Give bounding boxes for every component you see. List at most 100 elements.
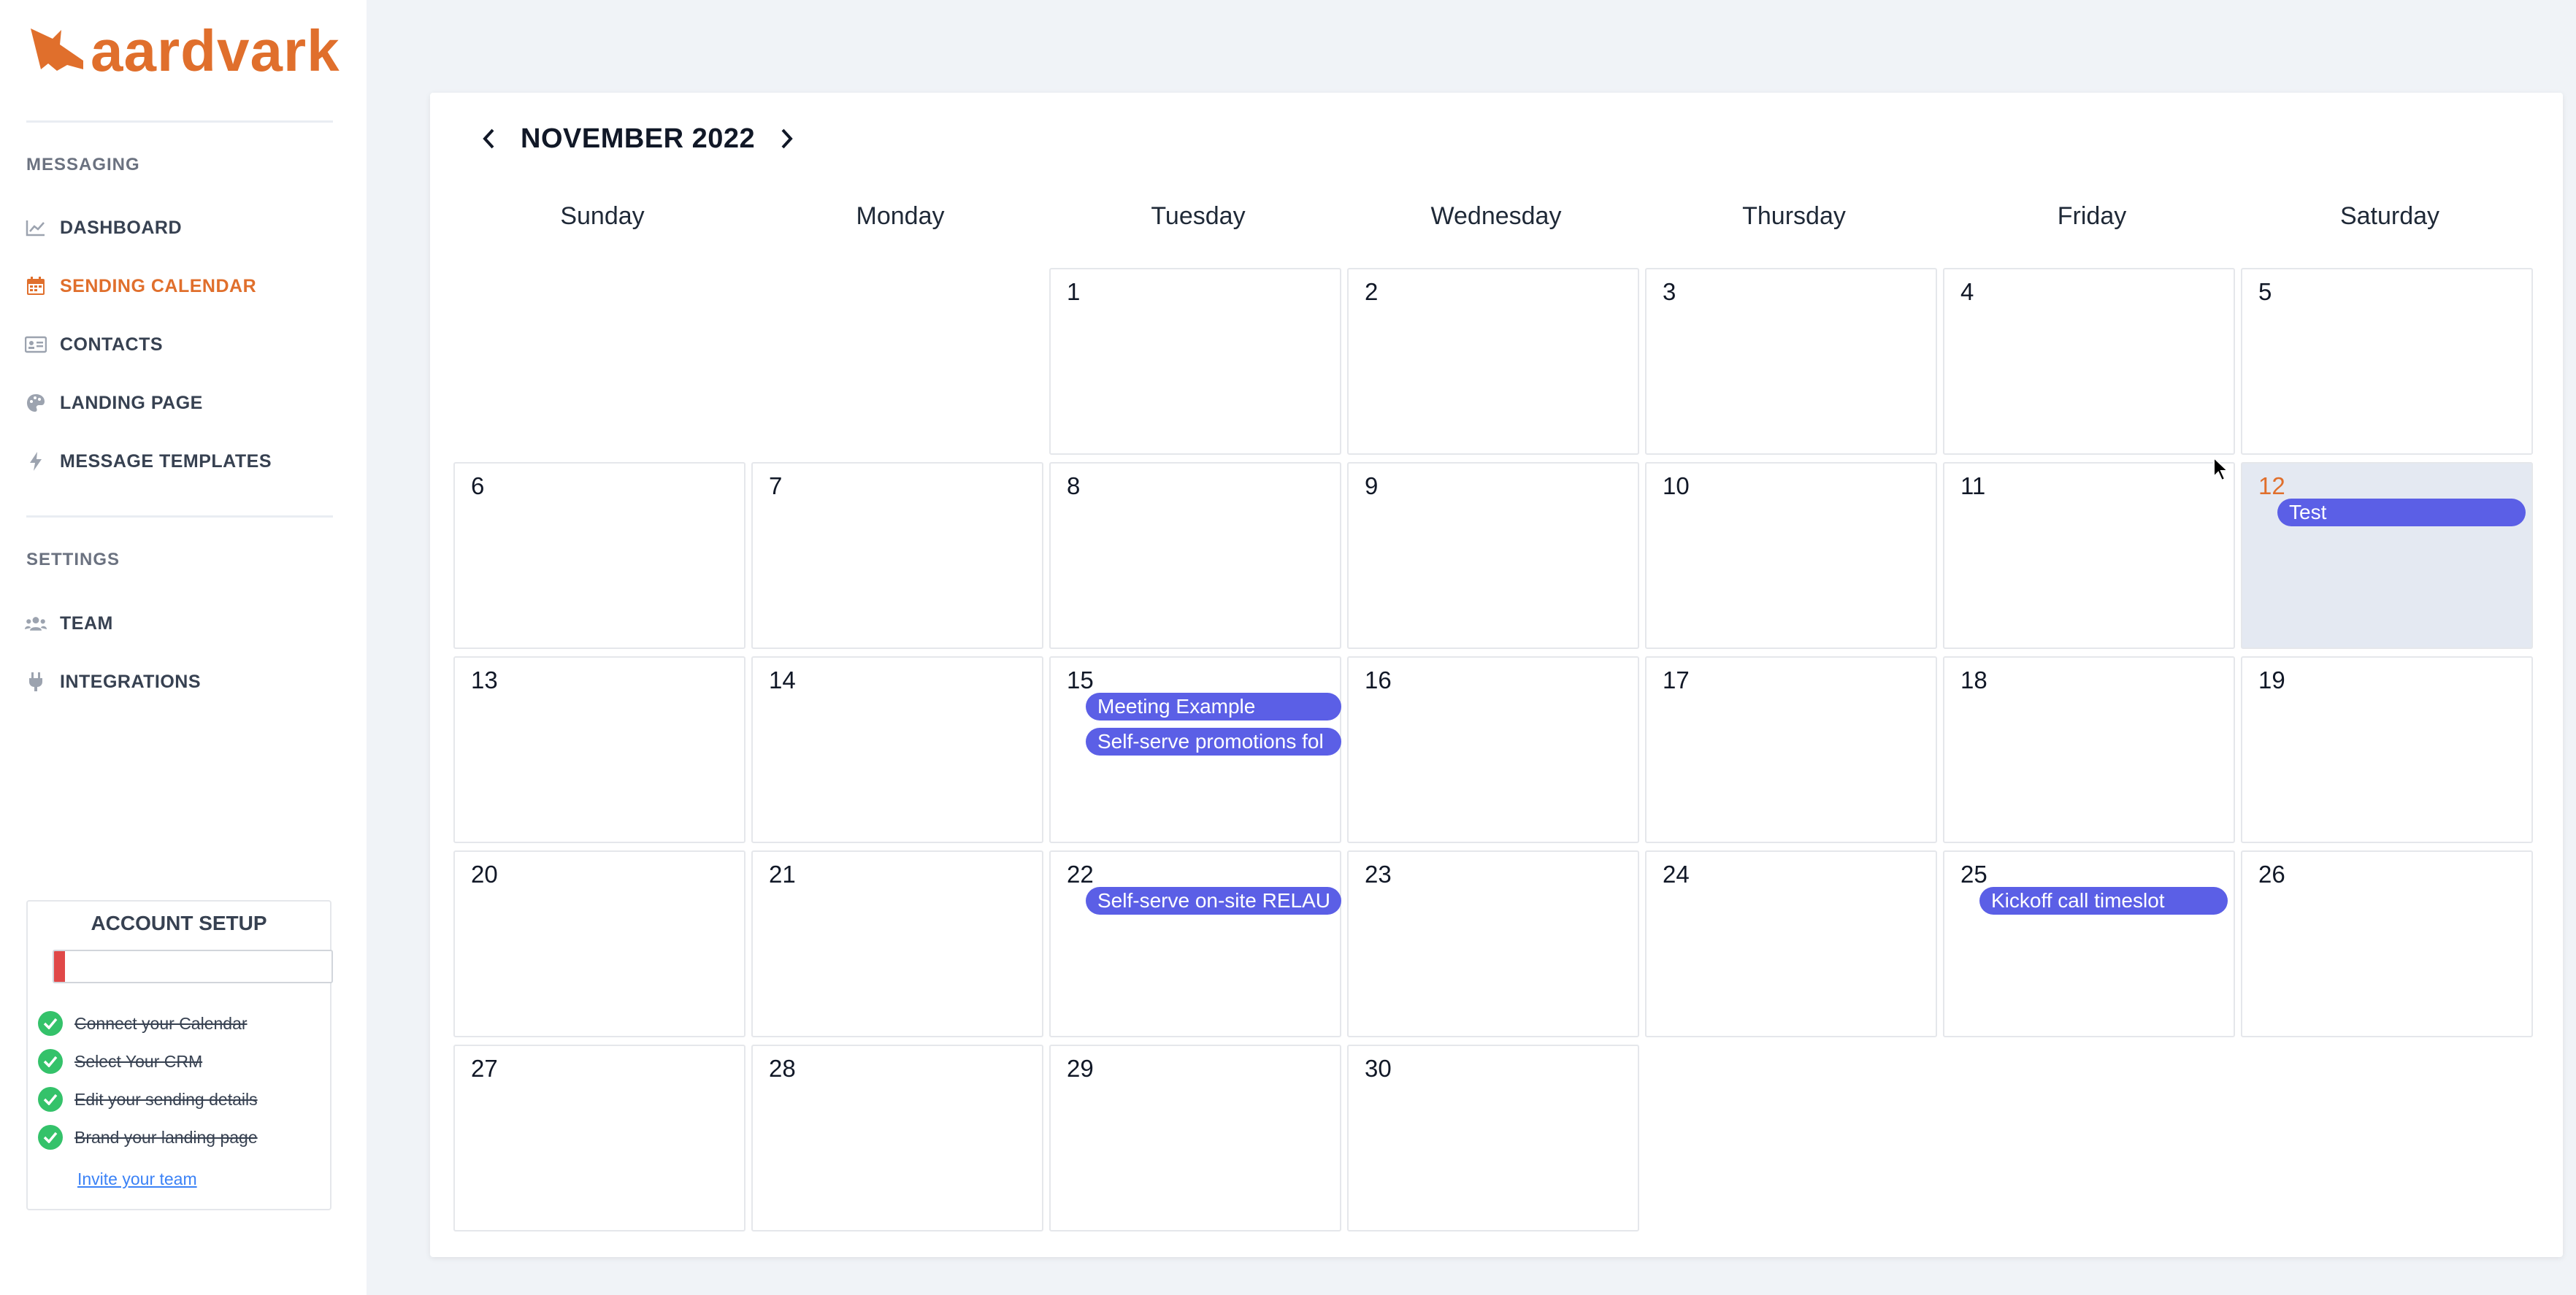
day-number: 8 [1067,472,1081,499]
day-number: 19 [2258,666,2285,693]
previous-month-button[interactable] [474,124,503,153]
sidebar-item-sending-calendar[interactable]: SENDING CALENDAR [25,270,256,302]
calendar-day[interactable]: 19 [2241,656,2533,843]
account-setup-progress-fill [54,951,66,982]
brand-logo[interactable]: aardvark [28,22,340,80]
day-number: 5 [2258,278,2272,305]
calendar-day[interactable]: 5 [2241,268,2533,455]
calendar-day[interactable]: 21 [751,850,1043,1037]
sidebar-item-landing-page[interactable]: LANDING PAGE [25,387,203,419]
sidebar-item-label: INTEGRATIONS [60,671,202,692]
setup-step-label: Edit your sending details [74,1089,258,1109]
calendar-card: NOVEMBER 2022 Sunday Monday Tuesday Wednesd… [430,93,2563,1257]
sidebar-item-message-templates[interactable]: MESSAGE TEMPLATES [25,445,272,477]
calendar-day[interactable]: 28 [751,1045,1043,1231]
calendar-day[interactable]: 17 [1645,656,1937,843]
day-number: 18 [1960,666,1987,693]
calendar-day[interactable]: 24 [1645,850,1937,1037]
sidebar-item-label: DASHBOARD [60,217,182,238]
calendar-day[interactable]: 9 [1347,462,1639,649]
sidebar-item-dashboard[interactable]: DASHBOARD [25,212,182,244]
account-setup-progress-bar [53,950,333,983]
day-number: 9 [1365,472,1379,499]
chevron-left-icon [483,128,494,149]
brand-name: aardvark [91,18,340,83]
account-setup-title: ACCOUNT SETUP [91,912,267,934]
calendar-day[interactable]: 30 [1347,1045,1639,1231]
day-number: 3 [1663,278,1676,305]
sidebar-item-label: LANDING PAGE [60,392,203,413]
calendar-day-today[interactable]: 12 Test [2241,462,2533,649]
weekday-label: Wednesday [1430,202,1562,230]
sidebar-item-integrations[interactable]: INTEGRATIONS [25,666,201,698]
setup-step[interactable]: Brand your landing page [38,1125,258,1150]
day-number: 15 [1067,666,1094,693]
calendar-day[interactable]: 18 [1943,656,2235,843]
calendar-day[interactable]: 6 [453,462,745,649]
calendar-day[interactable]: 8 [1049,462,1341,649]
weekday-label: Saturday [2339,202,2440,230]
day-number: 28 [769,1055,796,1082]
calendar-event[interactable]: Test [2277,499,2526,526]
setup-step[interactable]: Select Your CRM [38,1049,202,1074]
check-circle-icon [38,1049,63,1074]
calendar-header: NOVEMBER 2022 [474,113,802,164]
calendar-day[interactable]: 4 [1943,268,2235,455]
weekday-label: Friday [2057,202,2127,230]
day-number: 21 [769,861,796,888]
sidebar-item-contacts[interactable]: CONTACTS [25,328,163,361]
calendar-event[interactable]: Meeting Example [1086,693,1341,720]
day-number: 1 [1067,278,1081,305]
setup-step[interactable]: Connect your Calendar [38,1011,248,1036]
calendar-day[interactable]: 13 [453,656,745,843]
day-number: 27 [471,1055,498,1082]
weekday-label: Sunday [560,202,645,230]
calendar-day[interactable]: 11 [1943,462,2235,649]
chart-line-icon [25,217,47,239]
calendar-day[interactable]: 10 [1645,462,1937,649]
calendar-day[interactable]: 27 [453,1045,745,1231]
calendar-day[interactable]: 29 [1049,1045,1341,1231]
sidebar-item-label: SENDING CALENDAR [60,275,257,296]
day-number: 24 [1663,861,1690,888]
calendar-day[interactable]: 14 [751,656,1043,843]
day-number: 30 [1365,1055,1392,1082]
calendar-day[interactable]: 7 [751,462,1043,649]
calendar-day[interactable]: 23 [1347,850,1639,1037]
check-circle-icon [38,1125,63,1150]
day-number: 13 [471,666,498,693]
day-number: 2 [1365,278,1379,305]
lightning-icon [25,450,47,472]
calendar-day[interactable]: 25 Kickoff call timeslot [1943,850,2235,1037]
calendar-day[interactable]: 3 [1645,268,1937,455]
calendar-event[interactable]: Self-serve promotions fol [1086,728,1341,756]
calendar-day[interactable]: 26 [2241,850,2533,1037]
day-number: 23 [1365,861,1392,888]
day-number: 11 [1960,472,1986,499]
check-circle-icon [38,1087,63,1112]
day-number: 20 [471,861,498,888]
setup-step-label: Connect your Calendar [74,1013,248,1033]
calendar-day[interactable]: 22 Self-serve on-site RELAU [1049,850,1341,1037]
calendar-event[interactable]: Self-serve on-site RELAU [1086,887,1341,915]
weekday-label: Tuesday [1151,202,1246,230]
sidebar-item-team[interactable]: TEAM [25,607,113,639]
calendar-day[interactable]: 15 Meeting Example Self-serve promotions f… [1049,656,1341,843]
next-month-button[interactable] [773,124,802,153]
calendar-day[interactable]: 1 [1049,268,1341,455]
sidebar-item-label: TEAM [60,612,113,634]
weekday-label: Thursday [1742,202,1846,230]
day-number: 10 [1663,472,1690,499]
setup-step[interactable]: Edit your sending details [38,1087,258,1112]
calendar-day[interactable]: 2 [1347,268,1639,455]
invite-team-link[interactable]: Invite your team [77,1169,197,1189]
palette-icon [25,392,47,414]
messaging-section-label: MESSAGING [26,155,140,174]
day-number: 25 [1960,861,1987,888]
plug-icon [25,671,47,693]
calendar-icon [25,275,47,297]
calendar-event[interactable]: Kickoff call timeslot [1979,887,2228,915]
calendar-day[interactable]: 20 [453,850,745,1037]
calendar-day[interactable]: 16 [1347,656,1639,843]
day-number: 16 [1365,666,1392,693]
